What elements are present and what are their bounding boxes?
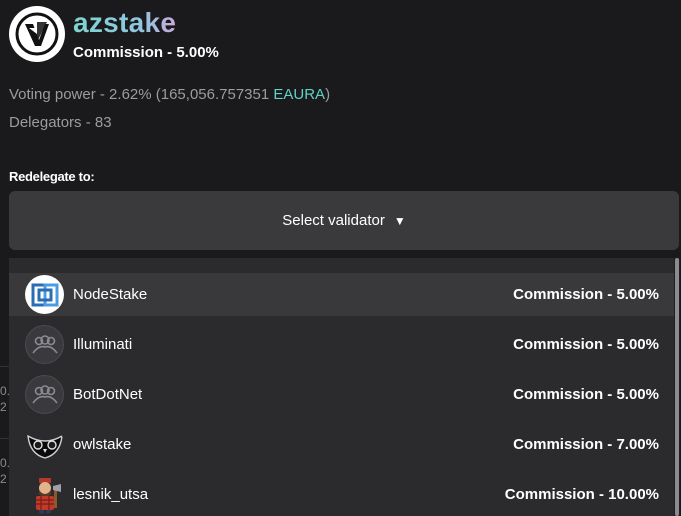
list-item-commission: Commission - 5.00% <box>513 386 659 403</box>
owl-logo-icon <box>25 425 64 464</box>
list-item-name: NodeStake <box>73 286 148 303</box>
validator-name: azstake <box>73 6 219 40</box>
scrollbar-thumb[interactable] <box>675 258 679 516</box>
list-item-nodestake[interactable]: NodeStake Commission - 5.00% <box>9 273 674 316</box>
caret-down-icon: ▼ <box>393 213 406 228</box>
validator-list: NodeStake Commission - 5.00% Illuminati … <box>9 258 674 516</box>
list-item-name: Illuminati <box>73 336 133 353</box>
delegators-count: Delegators - 83 <box>9 114 112 131</box>
voting-power-close: ) <box>325 86 331 103</box>
select-validator-label: Select validator <box>282 212 385 229</box>
list-item-commission: Commission - 10.00% <box>504 486 659 503</box>
nodestake-logo-icon <box>25 275 64 314</box>
validator-commission: Commission - 5.00% <box>73 44 219 61</box>
lumberjack-avatar-icon <box>25 475 64 514</box>
voting-power-denom: EAURA <box>273 86 326 103</box>
voting-power: Voting power - 2.62% (165,056.757351 EAU… <box>9 86 330 103</box>
list-item-name: lesnik_utsa <box>73 486 149 503</box>
redelegate-label: Redelegate to: <box>9 169 95 184</box>
list-item-owlstake[interactable]: owlstake Commission - 7.00% <box>9 423 674 466</box>
dropdown-scrollbar[interactable] <box>674 258 680 516</box>
validator-header: azstake Commission - 5.00% <box>9 6 219 62</box>
select-validator-dropdown[interactable]: Select validator ▼ <box>9 191 679 250</box>
group-icon <box>25 375 64 414</box>
list-item-lesnik-utsa[interactable]: lesnik_utsa Commission - 10.00% <box>9 473 674 516</box>
list-item-name: BotDotNet <box>73 386 143 403</box>
group-icon <box>25 325 64 364</box>
background-fragment: 2 <box>0 472 7 486</box>
list-item-commission: Commission - 7.00% <box>513 436 659 453</box>
list-item-illuminati[interactable]: Illuminati Commission - 5.00% <box>9 323 674 366</box>
list-item-commission: Commission - 5.00% <box>513 336 659 353</box>
list-item-commission: Commission - 5.00% <box>513 286 659 303</box>
voting-power-text: Voting power - 2.62% (165,056.757351 <box>9 86 274 103</box>
azstake-logo-icon <box>9 6 65 62</box>
background-fragment: 2 <box>0 400 7 414</box>
list-item-name: owlstake <box>73 436 132 453</box>
list-item-botdotnet[interactable]: BotDotNet Commission - 5.00% <box>9 373 674 416</box>
